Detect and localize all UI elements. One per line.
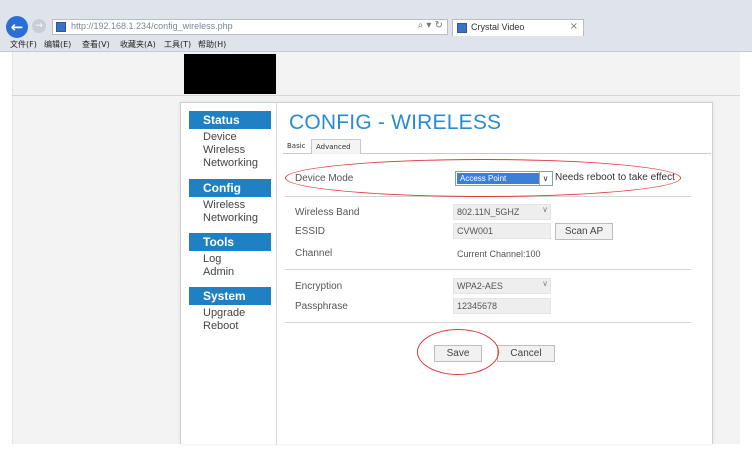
tab-favicon-icon <box>457 23 467 33</box>
cancel-button[interactable]: Cancel <box>497 345 555 362</box>
tab-advanced[interactable]: Advanced <box>311 139 361 154</box>
back-arrow-icon[interactable]: ← <box>6 16 28 38</box>
wireless-band-label: Wireless Band <box>295 207 360 218</box>
sidebar-item-log[interactable]: Log <box>203 253 221 266</box>
browser-tab[interactable]: Crystal Video × <box>452 19 584 36</box>
header-divider <box>12 95 740 96</box>
sidebar-item-status-networking[interactable]: Networking <box>203 157 258 170</box>
site-favicon-icon <box>56 22 66 32</box>
page-bottom <box>12 444 740 452</box>
chevron-down-icon: ∨ <box>542 279 548 288</box>
forward-arrow-icon[interactable]: → <box>32 19 46 33</box>
sidebar-item-config-wireless[interactable]: Wireless <box>203 199 245 212</box>
menu-favorites[interactable]: 收藏夹(A) <box>120 39 156 50</box>
channel-label: Channel <box>295 248 333 259</box>
sidebar-item-admin[interactable]: Admin <box>203 266 234 279</box>
menu-help[interactable]: 帮助(H) <box>198 39 226 50</box>
channel-value: Current Channel:100 <box>457 249 541 259</box>
tab-title: Crystal Video <box>471 22 525 32</box>
sidebar: Status Device Wireless Networking Config… <box>181 103 277 445</box>
sidebar-item-status-wireless[interactable]: Wireless <box>203 144 245 157</box>
browser-chrome: ← → http://192.168.1.234/config_wireless… <box>0 0 752 52</box>
passphrase-label: Passphrase <box>295 301 348 312</box>
save-highlight-oval <box>417 329 499 375</box>
sidebar-item-config-networking[interactable]: Networking <box>203 212 258 225</box>
search-refresh-icons[interactable]: ⌕ ▾ ↻ <box>418 20 443 31</box>
sidebar-item-reboot[interactable]: Reboot <box>203 320 238 333</box>
sidebar-item-upgrade[interactable]: Upgrade <box>203 307 245 320</box>
section-divider <box>285 269 691 270</box>
menu-bar: 文件(F) 编辑(E) 查看(V) 收藏夹(A) 工具(T) 帮助(H) <box>0 38 752 52</box>
sidebar-heading-tools[interactable]: Tools <box>189 233 271 251</box>
encryption-label: Encryption <box>295 281 343 292</box>
sidebar-heading-system[interactable]: System <box>189 287 271 305</box>
menu-view[interactable]: 查看(V) <box>82 39 110 50</box>
wireless-band-value: 802.11N_5GHZ <box>457 207 520 217</box>
encryption-select[interactable]: WPA2-AES ∨ <box>453 278 551 294</box>
chevron-down-icon: ∨ <box>542 205 548 214</box>
essid-label: ESSID <box>295 226 326 237</box>
header-logo-banner <box>184 54 276 94</box>
menu-tools[interactable]: 工具(T) <box>164 39 191 50</box>
passphrase-input[interactable]: 12345678 <box>453 298 551 314</box>
config-panel: Status Device Wireless Networking Config… <box>180 102 713 445</box>
wireless-band-select[interactable]: 802.11N_5GHZ ∨ <box>453 204 551 220</box>
menu-file[interactable]: 文件(F) <box>10 39 37 50</box>
device-mode-highlight-oval <box>285 159 681 197</box>
encryption-value: WPA2-AES <box>457 281 503 291</box>
page-title: CONFIG - WIRELESS <box>289 111 502 134</box>
sidebar-item-device[interactable]: Device <box>203 131 237 144</box>
tab-basic[interactable]: Basic <box>283 139 311 154</box>
essid-input[interactable]: CVW001 <box>453 223 551 239</box>
scan-ap-button[interactable]: Scan AP <box>555 223 613 240</box>
address-url[interactable]: http://192.168.1.234/config_wireless.php <box>71 21 233 31</box>
menu-edit[interactable]: 编辑(E) <box>44 39 71 50</box>
tab-bar: Basic Advanced <box>283 138 711 154</box>
address-bar[interactable]: http://192.168.1.234/config_wireless.php… <box>52 19 448 35</box>
sidebar-heading-config[interactable]: Config <box>189 179 271 197</box>
tab-close-icon[interactable]: × <box>570 21 578 32</box>
section-divider <box>285 322 691 323</box>
sidebar-heading-status[interactable]: Status <box>189 111 271 129</box>
